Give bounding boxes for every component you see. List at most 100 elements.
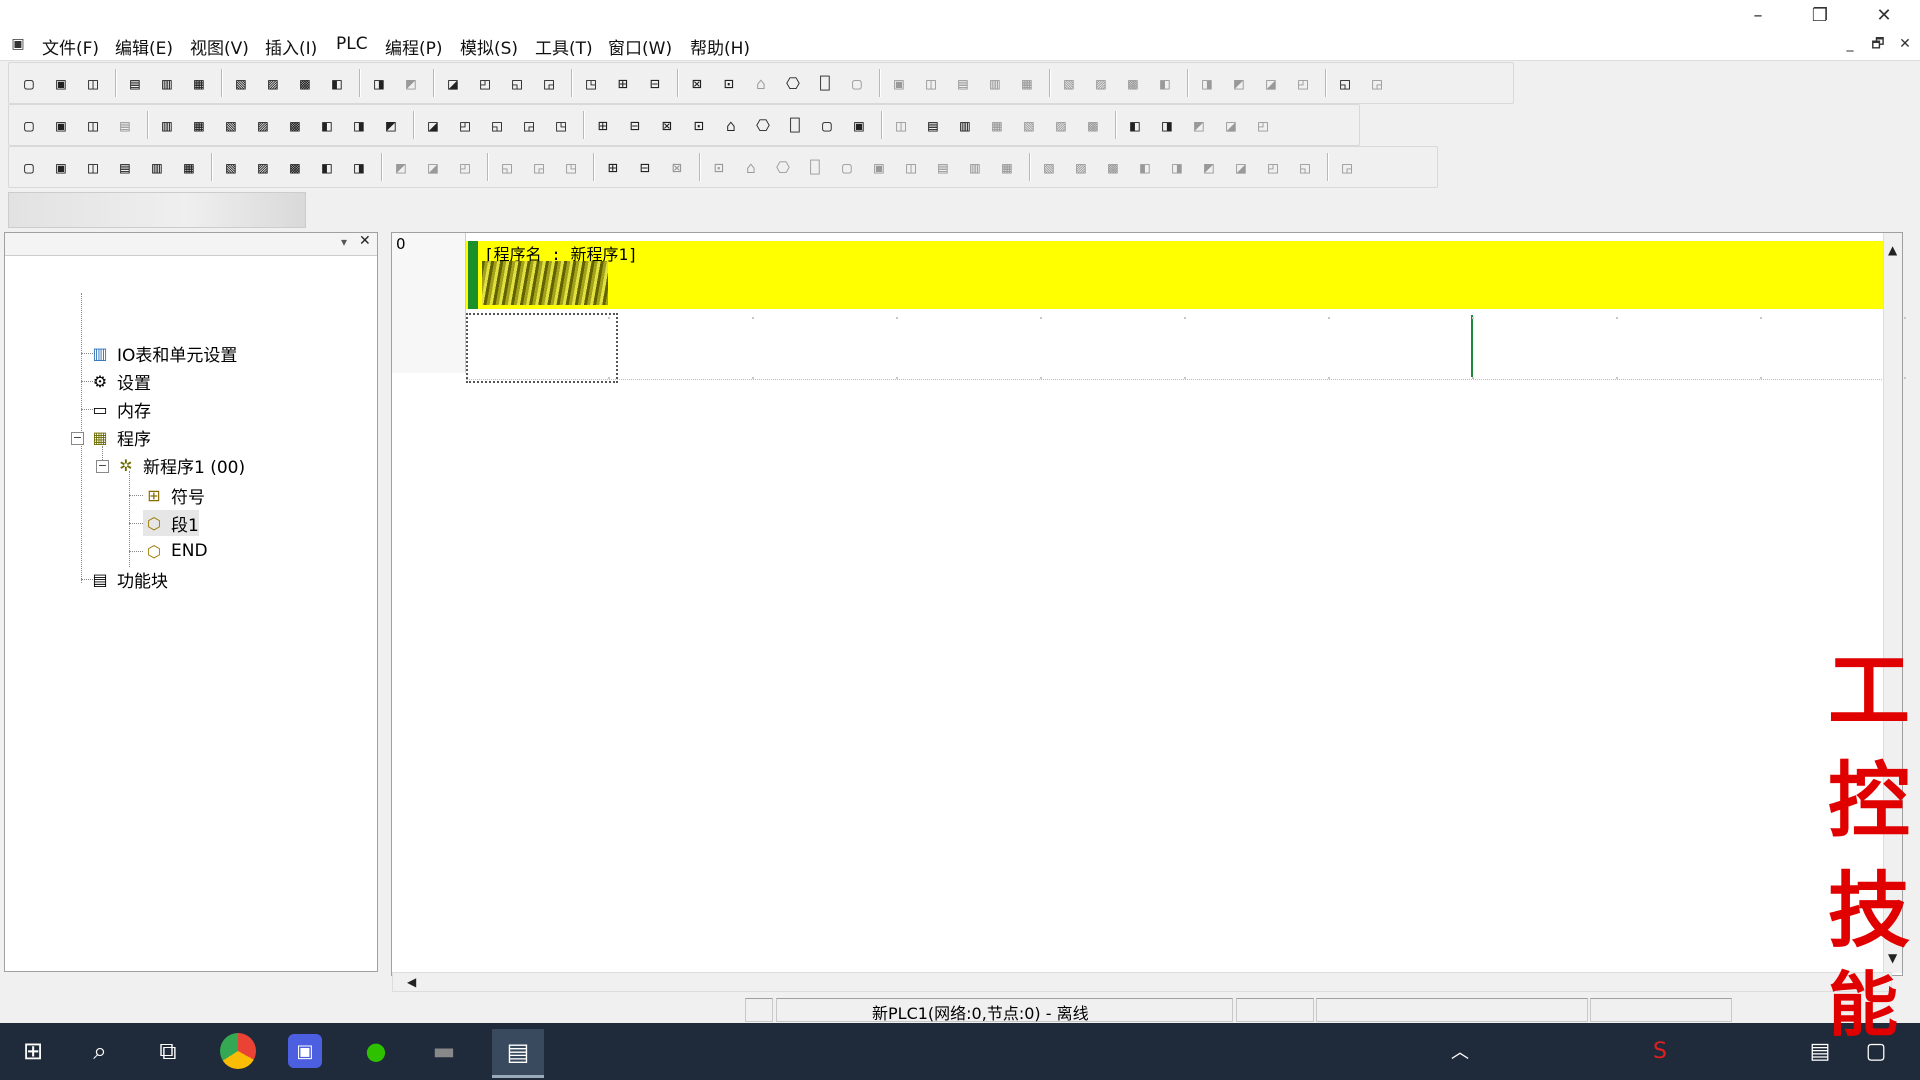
warning-icon[interactable]: ⊠: [685, 71, 709, 95]
pause2-icon[interactable]: ▢: [835, 155, 859, 179]
mdi-restore-button[interactable]: 🗗: [1868, 34, 1888, 54]
info-icon[interactable]: ◳: [579, 71, 603, 95]
mdi-close-button[interactable]: ✕: [1895, 34, 1915, 54]
cross-ref-icon[interactable]: ◲: [537, 71, 561, 95]
bit4-icon[interactable]: ▩: [1081, 113, 1105, 137]
branch-icon[interactable]: ⎕: [783, 113, 807, 137]
tree-item-symbols[interactable]: ⊞ 符号: [143, 482, 205, 508]
context-help-icon[interactable]: ⊟: [643, 71, 667, 95]
sim-list-icon[interactable]: ⊠: [665, 155, 689, 179]
return-icon[interactable]: ◲: [1335, 155, 1359, 179]
window-icon[interactable]: ▢: [17, 155, 41, 179]
window5-icon[interactable]: ▥: [145, 155, 169, 179]
divider2-icon[interactable]: ◩: [1197, 155, 1221, 179]
menu-simulate[interactable]: 模拟(S): [460, 34, 518, 59]
download-icon[interactable]: ▧: [1057, 71, 1081, 95]
tree-expander-program[interactable]: −: [71, 432, 84, 445]
ladder-editor[interactable]: 0 [程序名 : 新程序1] ▲ ▼: [391, 232, 1906, 976]
coil-icon[interactable]: ⊠: [655, 113, 679, 137]
task-view-icon[interactable]: ⧉: [148, 1031, 188, 1071]
ct-icon[interactable]: ◩: [379, 113, 403, 137]
zoom-out-icon[interactable]: ◫: [81, 113, 105, 137]
counter10b-icon[interactable]: ◪: [421, 155, 445, 179]
menu-insert[interactable]: 插入(I): [265, 34, 317, 59]
network-icon[interactable]: ◫: [889, 113, 913, 137]
menu-plc[interactable]: PLC: [336, 34, 368, 54]
counter16-icon[interactable]: ◰: [453, 155, 477, 179]
bit3-icon[interactable]: ▨: [1049, 113, 1073, 137]
transfer-from-icon[interactable]: ▥: [983, 71, 1007, 95]
copy-icon[interactable]: ▨: [261, 71, 285, 95]
panel-dropdown-icon[interactable]: ▾: [341, 235, 347, 249]
app-menu-icon[interactable]: ▣: [8, 34, 28, 54]
undo-icon[interactable]: ◨: [367, 71, 391, 95]
stop-icon[interactable]: ⎕: [803, 155, 827, 179]
bit-icon[interactable]: ▦: [985, 113, 1009, 137]
close-button[interactable]: ✕: [1854, 0, 1914, 30]
scroll-up-icon[interactable]: ▲: [1888, 243, 1897, 257]
tree-item-io-table[interactable]: ▥ IO表和单元设置: [89, 340, 237, 366]
divider1-icon[interactable]: ◨: [1165, 155, 1189, 179]
calc-icon[interactable]: ◨: [347, 155, 371, 179]
symbol-table-icon[interactable]: ▩: [283, 113, 307, 137]
segment4-icon[interactable]: ◧: [1133, 155, 1157, 179]
cx-programmer-icon[interactable]: ▤: [492, 1029, 544, 1078]
step-in-icon[interactable]: ◱: [495, 155, 519, 179]
delete-icon[interactable]: ▣: [847, 113, 871, 137]
open-icon[interactable]: ▣: [49, 71, 73, 95]
menu-file[interactable]: 文件(F): [42, 34, 99, 59]
cursor-cell[interactable]: [466, 313, 618, 383]
tree-expander-new-program[interactable]: −: [96, 460, 109, 473]
step-forward-icon[interactable]: ▣: [867, 155, 891, 179]
calendar-icon[interactable]: ▥: [953, 113, 977, 137]
find-address-icon[interactable]: ◱: [505, 71, 529, 95]
rung-icon[interactable]: ▨: [251, 113, 275, 137]
pause-icon[interactable]: ▣: [887, 71, 911, 95]
tree-item-new-program[interactable]: ✲ 新程序1 (00): [115, 452, 245, 478]
memory-1-icon[interactable]: ▩: [1121, 71, 1145, 95]
end-icon[interactable]: ▦: [995, 155, 1019, 179]
coil-nc-icon[interactable]: ⊡: [687, 113, 711, 137]
frame-icon[interactable]: ◧: [315, 155, 339, 179]
step-over-icon[interactable]: ▤: [931, 155, 955, 179]
memory-view-icon[interactable]: ◨: [347, 113, 371, 137]
play-icon[interactable]: ⎔: [771, 155, 795, 179]
memory-3-icon[interactable]: ◨: [1195, 71, 1219, 95]
tree-item-memory[interactable]: ▭ 内存: [89, 396, 151, 422]
hand2-icon[interactable]: ⌂: [739, 155, 763, 179]
sim-icon[interactable]: ◳: [559, 155, 583, 179]
windows-start-icon[interactable]: ⊞: [13, 1031, 53, 1071]
preview-icon[interactable]: ▦: [187, 71, 211, 95]
tree-item-program[interactable]: ▦ 程序: [89, 424, 151, 450]
app-icon[interactable]: ▬: [424, 1031, 464, 1071]
zoom-fit-icon[interactable]: ▤: [113, 113, 137, 137]
counter10-icon[interactable]: ◩: [389, 155, 413, 179]
help-icon[interactable]: ⊞: [611, 71, 635, 95]
menu-help[interactable]: 帮助(H): [690, 34, 750, 59]
bit2-icon[interactable]: ▧: [1017, 113, 1041, 137]
window2-icon[interactable]: ▣: [49, 155, 73, 179]
contact-or-nc-icon[interactable]: ◳: [549, 113, 573, 137]
horizontal-line-icon[interactable]: ⊟: [623, 113, 647, 137]
chrome-icon[interactable]: [220, 1033, 256, 1069]
tree-item-function-blocks[interactable]: ▤ 功能块: [89, 566, 168, 592]
force-off-icon[interactable]: ◰: [1291, 71, 1315, 95]
save-icon[interactable]: ◫: [81, 71, 105, 95]
instruction-icon[interactable]: ⌂: [719, 113, 743, 137]
vertical-line-icon[interactable]: ⊞: [591, 113, 615, 137]
scroll-left-icon[interactable]: ◀: [407, 975, 416, 989]
project-selector[interactable]: [8, 192, 306, 228]
force-on-icon[interactable]: ◪: [1259, 71, 1283, 95]
view2-icon[interactable]: ◪: [1219, 113, 1243, 137]
sim-monitor-icon[interactable]: ⊟: [633, 155, 657, 179]
book-icon[interactable]: ▩: [283, 155, 307, 179]
list-icon[interactable]: ▧: [219, 113, 243, 137]
comment-icon[interactable]: ▦: [187, 113, 211, 137]
hand-icon[interactable]: ⊡: [707, 155, 731, 179]
tree-icon[interactable]: ◧: [315, 113, 339, 137]
tray-chevron-icon[interactable]: ︿: [1440, 1031, 1480, 1071]
corner-icon[interactable]: ▢: [815, 113, 839, 137]
symbol-icon[interactable]: ▨: [251, 155, 275, 179]
sim-online-icon[interactable]: ⊞: [601, 155, 625, 179]
grid-view-icon[interactable]: ◨: [1155, 113, 1179, 137]
